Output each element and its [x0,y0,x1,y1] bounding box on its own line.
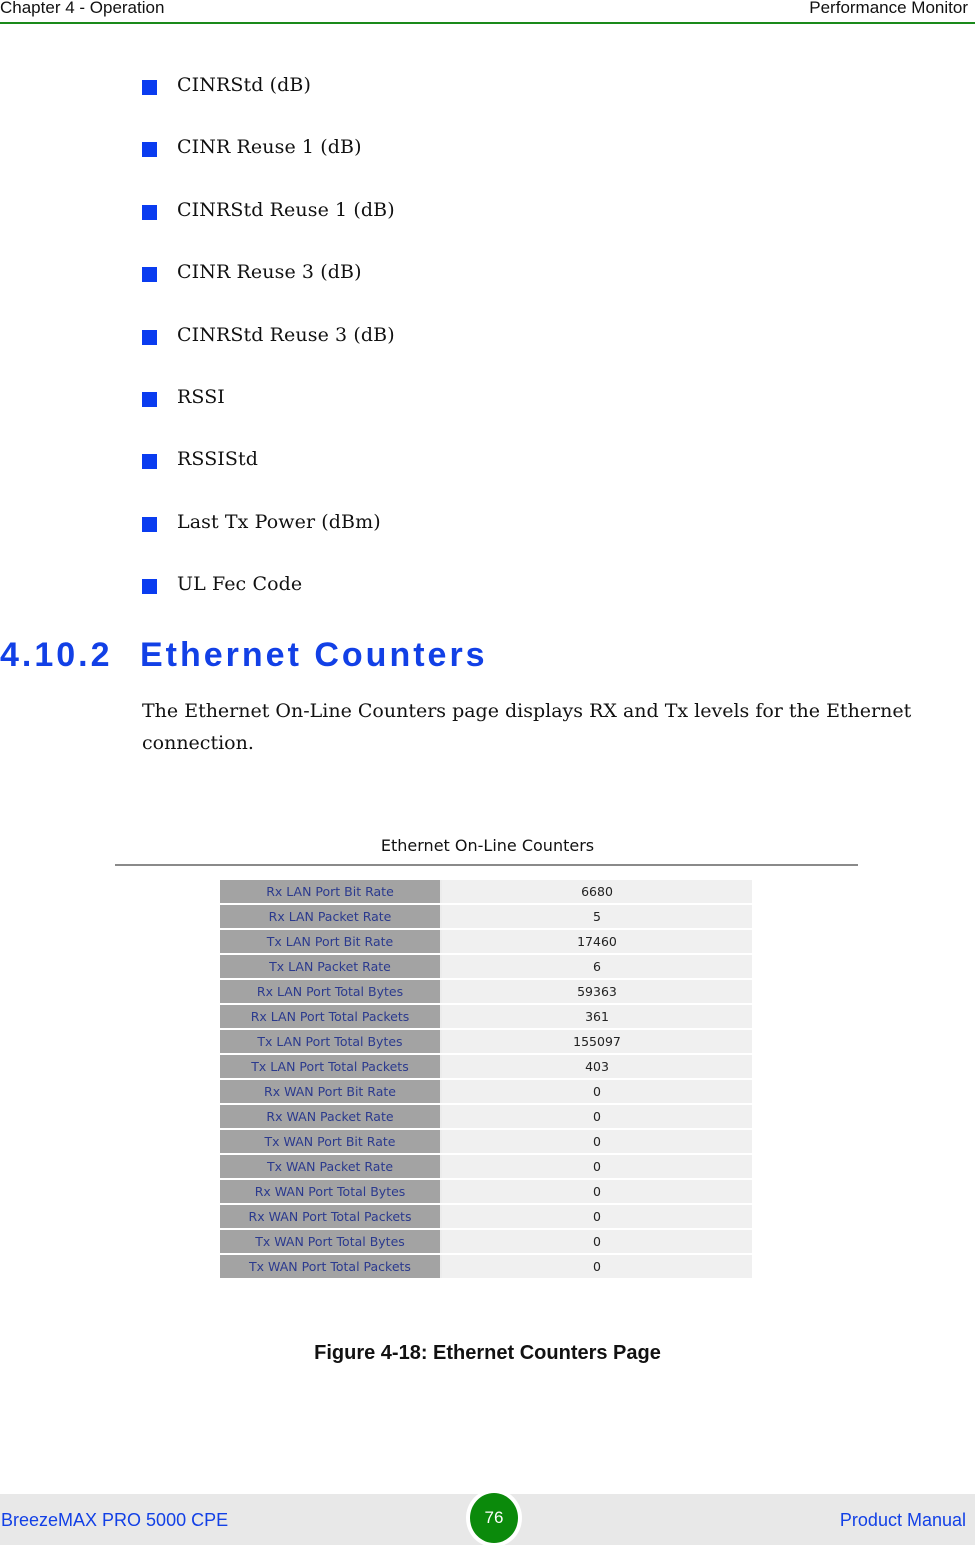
bullet-item: RSSI [142,386,395,448]
bullet-text: CINRStd Reuse 1 (dB) [177,198,395,221]
counter-label: Rx WAN Port Bit Rate [220,1080,442,1103]
counter-value: 0 [442,1255,752,1278]
counter-value: 6680 [442,880,752,903]
square-bullet-icon [142,329,157,345]
counter-value: 0 [442,1230,752,1253]
bullet-item: CINRStd Reuse 1 (dB) [142,199,395,261]
counter-label: Tx WAN Port Total Bytes [220,1230,442,1253]
chapter-title: Chapter 4 - Operation [0,0,165,17]
counter-row: Tx LAN Port Total Bytes 155097 [220,1030,752,1053]
square-bullet-icon [142,80,157,95]
bullet-item: CINR Reuse 1 (dB) [142,136,395,198]
counter-label: Rx WAN Port Total Packets [220,1205,442,1228]
counter-row: Tx WAN Port Bit Rate 0 [220,1130,752,1153]
counter-value: 0 [442,1155,752,1178]
counter-row: Rx LAN Port Total Packets 361 [220,1005,752,1028]
ethernet-counters-table: Rx LAN Port Bit Rate 6680 Rx LAN Packet Ra… [220,878,752,1280]
counter-row: Tx WAN Packet Rate 0 [220,1155,752,1178]
figure-caption: Figure 4-18: Ethernet Counters Page [314,1342,661,1364]
counter-row: Rx LAN Packet Rate 5 [220,905,752,928]
counter-value: 0 [442,1205,752,1228]
counter-label: Tx LAN Packet Rate [220,955,442,978]
counter-label: Rx WAN Port Total Bytes [220,1180,442,1203]
parameter-bullet-list: CINRStd (dB) CINR Reuse 1 (dB) CINRStd R… [142,74,395,636]
counter-value: 0 [442,1105,752,1128]
counter-label: Rx WAN Packet Rate [220,1105,442,1128]
document-type: Product Manual [839,1510,966,1530]
bullet-text: RSSI [177,385,225,408]
square-bullet-icon [142,267,157,283]
counter-row: Tx WAN Port Total Bytes 0 [220,1230,752,1253]
counter-row: Tx WAN Port Total Packets 0 [220,1255,752,1278]
bullet-item: Last Tx Power (dBm) [142,511,395,573]
figure-title-divider [115,864,858,866]
counter-row: Rx LAN Port Bit Rate 6680 [220,880,752,903]
bullet-text: CINRStd Reuse 3 (dB) [177,323,395,346]
bullet-text: RSSIStd [177,448,259,471]
square-bullet-icon [142,579,157,595]
counter-value: 0 [442,1130,752,1153]
counter-value: 17460 [442,930,752,953]
square-bullet-icon [142,454,157,470]
counter-label: Rx LAN Port Total Packets [220,1005,442,1028]
counter-value: 155097 [442,1030,752,1053]
bullet-item: CINR Reuse 3 (dB) [142,261,395,323]
counter-label: Tx LAN Port Total Packets [220,1055,442,1078]
counter-label: Rx LAN Port Total Bytes [220,980,442,1003]
counter-row: Tx LAN Port Total Packets 403 [220,1055,752,1078]
bullet-item: RSSIStd [142,448,395,510]
square-bullet-icon [142,142,157,158]
page-header: Chapter 4 - Operation Performance Monito… [0,0,975,24]
counter-value: 361 [442,1005,752,1028]
counter-row: Tx LAN Port Bit Rate 17460 [220,930,752,953]
counter-label: Rx LAN Packet Rate [220,905,442,928]
counter-label: Tx WAN Port Total Packets [220,1255,442,1278]
figure-panel-title: Ethernet On-Line Counters [380,836,595,855]
counter-label: Tx WAN Port Bit Rate [220,1130,442,1153]
counter-label: Tx LAN Port Total Bytes [220,1030,442,1053]
section-heading: 4.10.2 Ethernet Counters [0,636,488,675]
counter-value: 59363 [442,980,752,1003]
bullet-text: CINR Reuse 1 (dB) [177,136,362,159]
bullet-text: Last Tx Power (dBm) [177,510,381,533]
bullet-text: CINR Reuse 3 (dB) [177,261,362,284]
counter-row: Rx WAN Port Bit Rate 0 [220,1080,752,1103]
counter-value: 0 [442,1180,752,1203]
section-paragraph: The Ethernet On-Line Counters page displ… [142,700,912,754]
counter-label: Rx LAN Port Bit Rate [220,880,442,903]
section-number: 4.10.2 [0,636,113,674]
counter-label: Tx WAN Packet Rate [220,1155,442,1178]
bullet-text: CINRStd (dB) [177,74,311,96]
square-bullet-icon [142,204,157,220]
counter-row: Rx WAN Port Total Bytes 0 [220,1180,752,1203]
square-bullet-icon [142,391,157,407]
counter-row: Rx LAN Port Total Bytes 59363 [220,980,752,1003]
counter-value: 5 [442,905,752,928]
counter-value: 403 [442,1055,752,1078]
section-name: Performance Monitor [809,0,968,17]
bullet-item: CINRStd Reuse 3 (dB) [142,324,395,386]
counter-row: Tx LAN Packet Rate 6 [220,955,752,978]
bullet-item: UL Fec Code [142,573,395,635]
product-name: BreezeMAX PRO 5000 CPE [1,1510,229,1530]
page-footer: BreezeMAX PRO 5000 CPE 76 Product Manual [0,1489,975,1547]
square-bullet-icon [142,516,157,532]
counter-value: 6 [442,955,752,978]
counter-value: 0 [442,1080,752,1103]
bullet-text: UL Fec Code [177,573,303,596]
counter-label: Tx LAN Port Bit Rate [220,930,442,953]
counter-row: Rx WAN Port Total Packets 0 [220,1205,752,1228]
page-number: 76 [470,1493,518,1543]
counter-row: Rx WAN Packet Rate 0 [220,1105,752,1128]
page-number-badge: 76 [466,1489,522,1547]
bullet-item: CINRStd (dB) [142,74,395,136]
section-title: Ethernet Counters [140,636,488,674]
